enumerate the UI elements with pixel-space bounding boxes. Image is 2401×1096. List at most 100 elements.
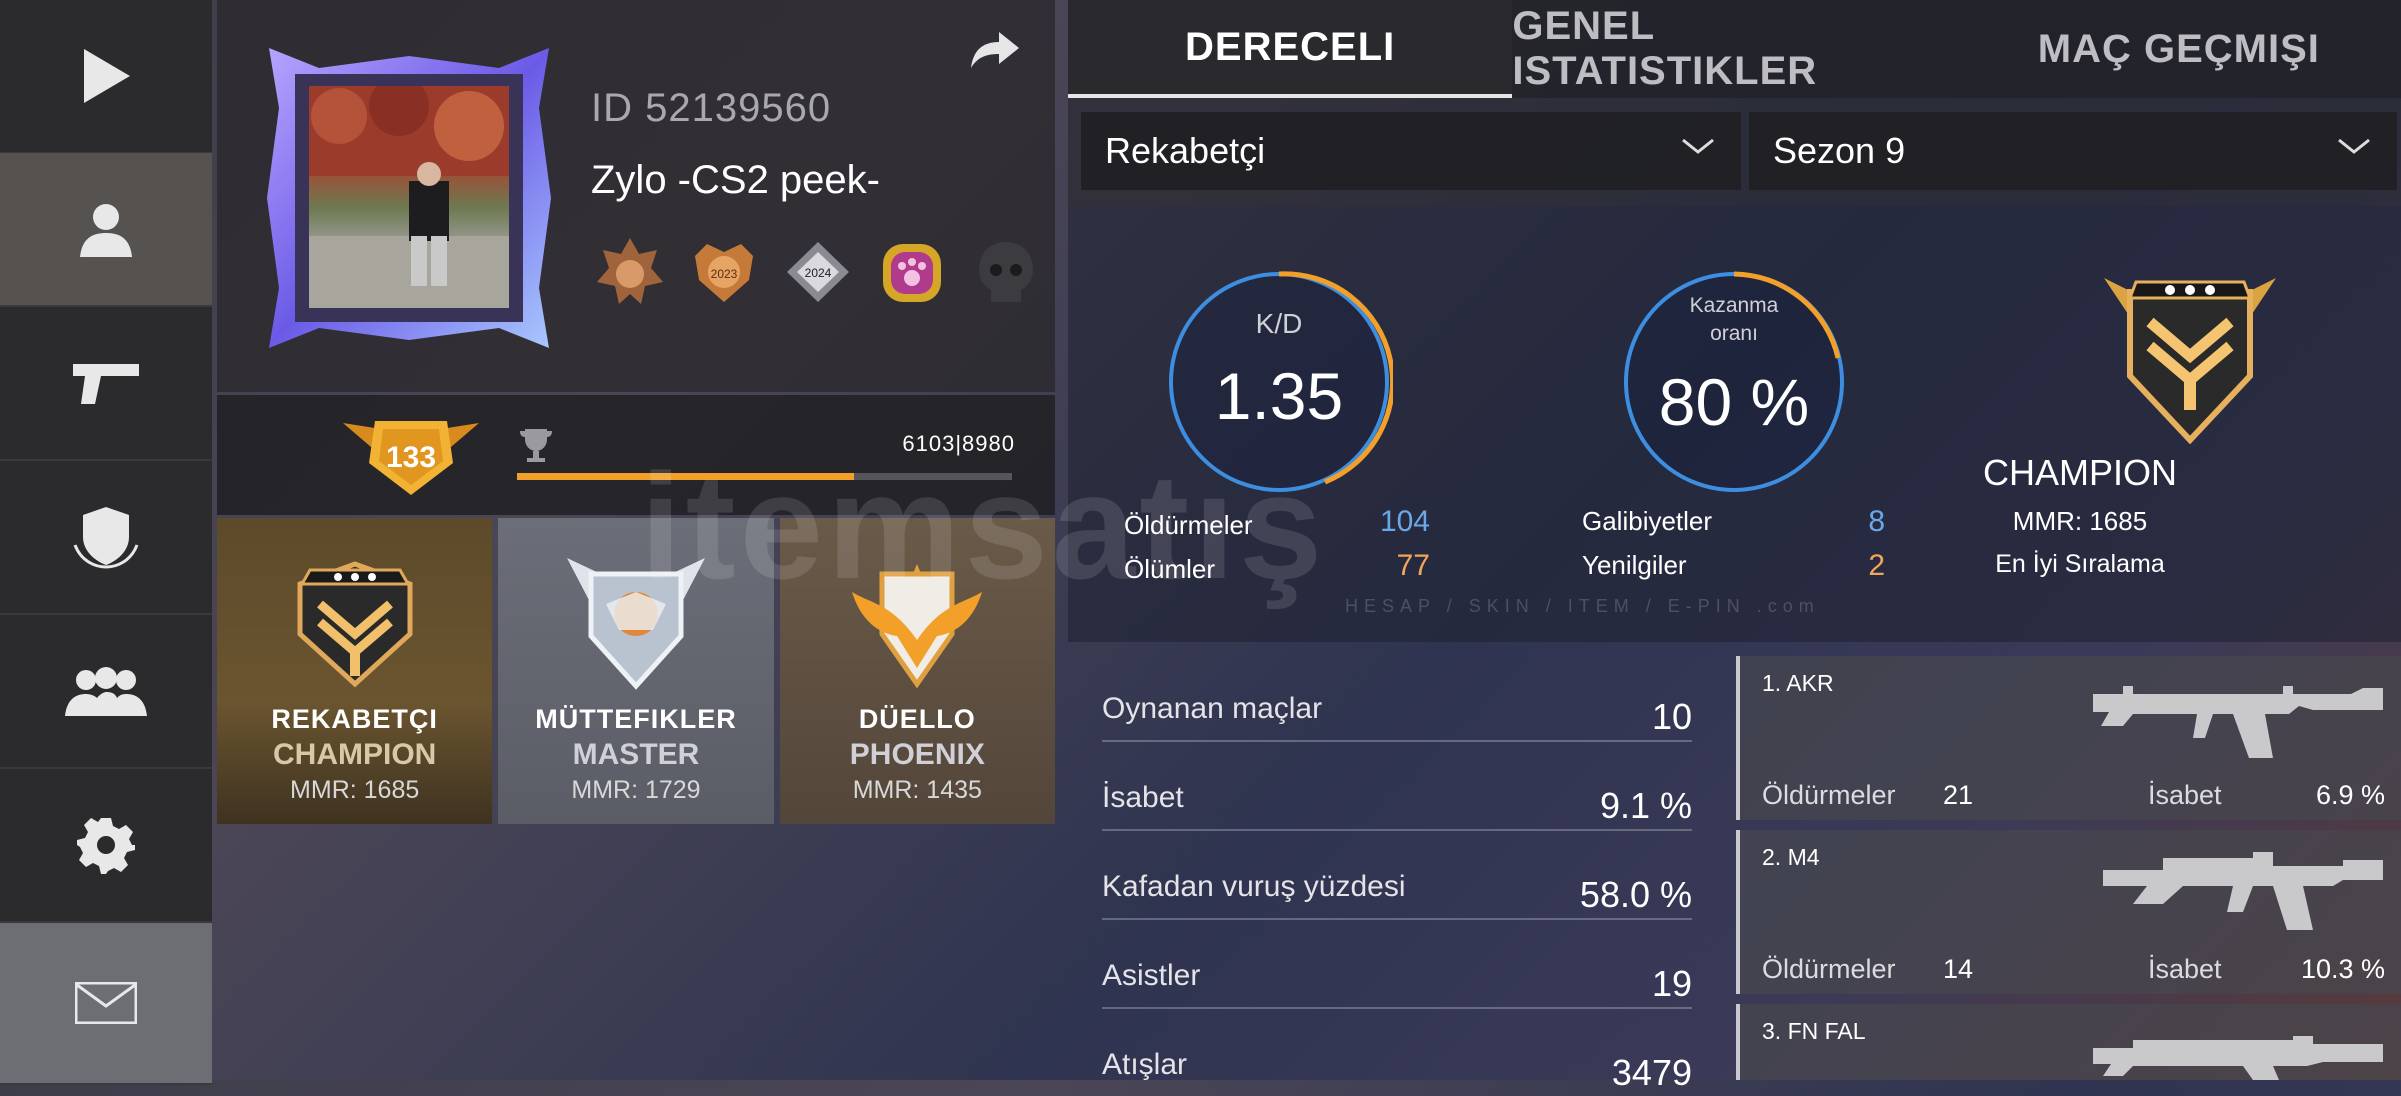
weapon-card-fnfal[interactable]: 3. FN FAL — [1736, 1004, 2401, 1080]
winrate-label-line2: oranı — [1710, 322, 1758, 345]
tab-match-history[interactable]: MAÇ GEÇMIŞI — [1957, 0, 2401, 98]
rifle-icon — [2093, 1036, 2383, 1080]
winrate-value: 80 % — [1658, 365, 1810, 439]
weapon-accuracy-value: 6.9 % — [2315, 780, 2385, 810]
nav-clan[interactable] — [0, 461, 212, 615]
svg-text:2023: 2023 — [711, 267, 738, 281]
nav-play[interactable] — [0, 0, 212, 154]
shield-icon — [73, 507, 139, 569]
mode-dropdown-value: Rekabetçi — [1105, 130, 1266, 171]
rifle-icon — [2093, 686, 2383, 758]
deaths-value: 77 — [1396, 549, 1430, 582]
rank-mmr-label: MMR: 1729 — [571, 776, 701, 804]
weapon-name: 2. M4 — [1762, 844, 1820, 870]
svg-text:133: 133 — [386, 441, 436, 474]
level-bar: 133 6103|8980 — [217, 395, 1055, 515]
friends-icon — [65, 667, 147, 716]
rank-tier-label: CHAMPION — [272, 738, 437, 771]
mode-dropdown[interactable]: Rekabetçi — [1081, 112, 1741, 190]
paw-badge-icon[interactable] — [877, 236, 947, 310]
champion-rank-icon — [2104, 278, 2276, 445]
stat-value: 10 — [1651, 696, 1692, 737]
weapon-card-akr[interactable]: 1. AKR Öldürmeler 21 İsabet 6.9 % — [1736, 656, 2401, 820]
rank-mode-label: DÜELLO — [858, 704, 976, 734]
player-name: Zylo -CS2 peek- — [591, 158, 880, 202]
stat-label: Atışlar — [1102, 1048, 1188, 1081]
xp-progress-track — [517, 473, 1012, 480]
rank-card-allies[interactable]: MÜTTEFIKLER MASTER MMR: 1729 — [498, 518, 774, 824]
rank-card-duel[interactable]: DÜELLO PHOENIX MMR: 1435 — [779, 518, 1055, 824]
gear-icon — [77, 818, 135, 874]
nav-profile[interactable] — [0, 153, 212, 307]
rank-tier-label: MASTER — [572, 738, 700, 771]
stat-row-assists: Asistler 19 — [1102, 919, 1692, 1009]
best-rank-mmr: MMR: 1685 — [2012, 506, 2148, 536]
rifle-icon — [2103, 852, 2383, 930]
best-rank-caption: En İyi Sıralama — [1995, 550, 2165, 578]
wins-label: Galibiyetler — [1582, 506, 1713, 536]
filter-bar: Rekabetçi Sezon 9 — [1068, 98, 2401, 206]
rank-card-competitive[interactable]: REKABETÇI CHAMPION MMR: 1685 — [217, 518, 493, 824]
stat-label: Asistler — [1102, 959, 1201, 992]
xp-text: 6103|8980 — [902, 431, 1015, 456]
weapon-name: 3. FN FAL — [1762, 1018, 1866, 1044]
stat-label: İsabet — [1102, 781, 1184, 814]
kills-label: Öldürmeler — [1124, 510, 1253, 540]
master-rank-icon — [566, 558, 705, 690]
rank-mmr-label: MMR: 1435 — [852, 776, 982, 804]
share-icon — [971, 32, 1019, 68]
svg-text:2024: 2024 — [805, 266, 832, 280]
season-dropdown[interactable]: Sezon 9 — [1749, 112, 2397, 190]
player-id: ID 52139560 — [591, 86, 832, 130]
level-badge: 133 — [341, 415, 481, 499]
share-button[interactable] — [969, 30, 1021, 75]
weapon-kills-label: Öldürmeler — [1762, 954, 1896, 984]
play-icon — [84, 49, 130, 103]
stat-label: Kafadan vuruş yüzdesi — [1102, 870, 1406, 903]
tab-general-stats[interactable]: GENEL ISTATISTIKLER — [1512, 0, 1956, 98]
side-nav — [0, 0, 212, 1085]
nav-friends[interactable] — [0, 615, 212, 769]
winrate-ring: Kazanma oranı 80 % — [1620, 268, 1848, 496]
badge-row: 2023 2024 — [595, 236, 1041, 310]
avatar[interactable] — [259, 48, 559, 348]
nav-settings[interactable] — [0, 769, 212, 923]
profile-icon — [80, 204, 132, 257]
chevron-down-icon — [1682, 138, 1714, 154]
weapon-name: 1. AKR — [1762, 670, 1834, 696]
weapon-kills-value: 14 — [1943, 954, 1974, 984]
weapon-card-m4[interactable]: 2. M4 Öldürmeler 14 İsabet 10.3 % — [1736, 830, 2401, 994]
kd-ring: K/D 1.35 — [1165, 268, 1393, 496]
xp-progress-fill — [517, 473, 854, 480]
nav-mail[interactable] — [0, 923, 212, 1085]
rank-tier-label: PHOENIX — [849, 738, 985, 771]
dark-skull-badge-icon[interactable] — [971, 236, 1041, 310]
kills-value: 104 — [1379, 505, 1430, 538]
champion-rank-icon — [297, 561, 413, 688]
2024-medal-icon[interactable]: 2024 — [783, 236, 853, 310]
season-dropdown-value: Sezon 9 — [1773, 130, 1906, 171]
stat-value: 19 — [1651, 963, 1692, 1004]
top-weapons: 1. AKR Öldürmeler 21 İsabet 6.9 % 2. M4 … — [1736, 656, 2401, 1080]
stat-row-headshot: Kafadan vuruş yüzdesi 58.0 % — [1102, 830, 1692, 920]
weapon-accuracy-label: İsabet — [2148, 954, 2222, 984]
pistol-icon — [73, 364, 139, 404]
stat-value: 58.0 % — [1579, 874, 1692, 915]
stat-value: 3479 — [1611, 1052, 1692, 1093]
avatar-photo — [309, 86, 509, 308]
bronze-medal-icon[interactable] — [595, 236, 665, 310]
mail-icon — [75, 982, 137, 1024]
stats-tabs: DERECELI GENEL ISTATISTIKLER MAÇ GEÇMIŞI — [1068, 0, 2401, 98]
detail-stats: Oynanan maçlar 10 İsabet 9.1 % Kafadan v… — [1068, 652, 1728, 1093]
chevron-down-icon — [2338, 138, 2370, 154]
losses-value: 2 — [1868, 549, 1885, 582]
trophy-icon — [517, 425, 557, 470]
tab-ranked[interactable]: DERECELI — [1068, 0, 1513, 98]
rank-mmr-label: MMR: 1685 — [290, 776, 420, 804]
best-rank-title: CHAMPION — [1982, 452, 2177, 493]
nav-weapons[interactable] — [0, 307, 212, 461]
winrate-label-line1: Kazanma — [1689, 294, 1779, 317]
2023-medal-icon[interactable]: 2023 — [689, 236, 759, 310]
profile-panel: ID 52139560 Zylo -CS2 peek- 2023 2024 — [217, 0, 1055, 392]
rank-mode-label: MÜTTEFIKLER — [535, 704, 737, 734]
